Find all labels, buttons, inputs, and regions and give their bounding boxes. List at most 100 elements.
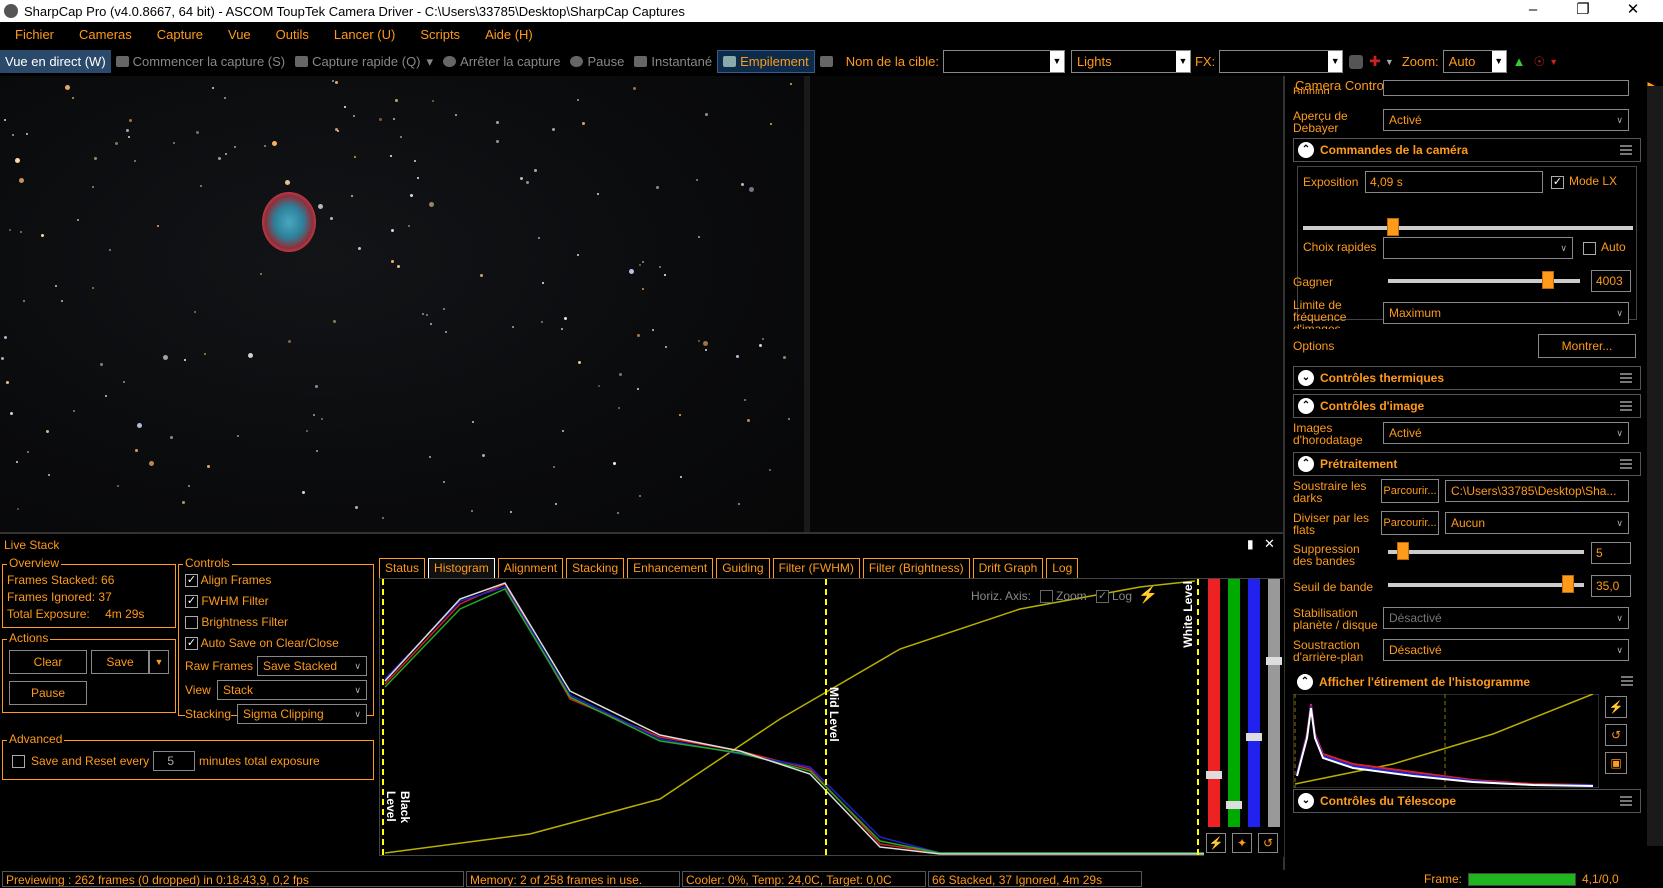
zoom-reticle-icon[interactable]: ☉ (1534, 54, 1546, 70)
tab-guiding[interactable]: Guiding (716, 558, 770, 578)
section-camera-controls[interactable]: ⌃ Commandes de la caméra (1293, 138, 1641, 162)
menu-lancer[interactable]: Lancer (U) (319, 27, 405, 42)
save-icon[interactable]: ▣ (1605, 752, 1627, 774)
zoom-checkbox[interactable] (1040, 590, 1053, 603)
zoom-combo[interactable]: Auto ▼ (1442, 50, 1507, 73)
chevron-down-icon[interactable]: ▼ (1385, 57, 1394, 67)
darks-combo[interactable]: C:\Users\33785\Desktop\Sha... (1445, 480, 1629, 502)
gain-input[interactable]: 4003 (1591, 270, 1631, 292)
fwhm-filter-row[interactable]: ✓ FWHM Filter (185, 594, 269, 609)
timestamp-combo[interactable]: Activé ∨ (1383, 422, 1629, 444)
tab-alignment[interactable]: Alignment (497, 558, 564, 578)
start-capture-button[interactable]: Commencer la capture (S) (111, 50, 290, 73)
panel-scrollbar[interactable] (1647, 86, 1663, 846)
flats-browse-button[interactable]: Parcourir... (1381, 511, 1439, 535)
raw-frames-combo[interactable]: Save Stacked ∨ (257, 656, 367, 676)
restore-icon[interactable]: ❐ (1560, 0, 1606, 22)
save-button[interactable]: Save (91, 650, 149, 674)
exposure-slider-thumb[interactable] (1387, 218, 1399, 236)
reticle-icon[interactable] (1349, 54, 1364, 69)
quick-choice-combo[interactable]: ∨ (1383, 237, 1573, 259)
chevron-down-icon[interactable]: ▼ (1549, 57, 1558, 67)
tab-drift-graph[interactable]: Drift Graph (972, 558, 1044, 578)
stack-histogram[interactable]: Black Level Mid Level White Level Horiz.… (379, 578, 1284, 857)
section-thermal[interactable]: ⌄ Contrôles thermiques (1293, 366, 1641, 390)
banding-input[interactable]: 5 (1591, 542, 1631, 564)
stop-capture-button[interactable]: Arrêter la capture (438, 50, 565, 73)
close-icon[interactable]: ✕ (1264, 536, 1275, 552)
tab-enhancement[interactable]: Enhancement (627, 558, 714, 578)
tab-stacking[interactable]: Stacking (566, 558, 625, 578)
menu-capture[interactable]: Capture (142, 27, 213, 42)
align-frames-checkbox[interactable]: ✓ (185, 574, 198, 588)
green-channel-slider[interactable] (1228, 579, 1240, 827)
darks-browse-button[interactable]: Parcourir... (1381, 479, 1439, 503)
band-threshold-input[interactable]: 35,0 (1591, 575, 1631, 597)
save-options-chevron-icon[interactable]: ▼ (149, 650, 169, 674)
menu-icon[interactable] (1620, 796, 1632, 806)
banding-slider[interactable] (1388, 550, 1584, 554)
chevron-down-icon[interactable]: ▾ (427, 54, 434, 70)
menu-aide[interactable]: Aide (H) (470, 27, 543, 42)
menu-icon[interactable] (1621, 676, 1633, 686)
quick-capture-button[interactable]: Capture rapide (Q) ▾ (290, 50, 438, 73)
mini-histogram[interactable] (1293, 694, 1599, 788)
notes-button[interactable] (815, 50, 842, 73)
pause-stack-button[interactable]: Pause (9, 681, 87, 705)
section-telescope[interactable]: ⌄ Contrôles du Télescope (1293, 789, 1641, 813)
histogram-icon[interactable]: ▲ (1513, 54, 1526, 69)
snapshot-button[interactable]: Instantané (629, 50, 717, 73)
blue-slider-thumb[interactable] (1246, 733, 1262, 741)
menu-icon[interactable] (1620, 401, 1632, 411)
frame-type-combo[interactable]: Lights ▼ (1070, 50, 1191, 73)
banding-slider-thumb[interactable] (1397, 542, 1409, 560)
menu-fichier[interactable]: Fichier (0, 27, 64, 42)
reset-icon[interactable]: ↺ (1258, 833, 1278, 853)
auto-stretch-icon[interactable]: ⚡ (1206, 833, 1226, 853)
menu-icon[interactable] (1620, 459, 1632, 469)
section-preprocessing[interactable]: ⌃ Prétraitement (1293, 452, 1641, 476)
menu-vue[interactable]: Vue (213, 27, 261, 42)
red-channel-slider[interactable] (1208, 579, 1220, 827)
stacking-combo[interactable]: Sigma Clipping ∨ (237, 704, 367, 724)
pause-button[interactable]: Pause (565, 50, 629, 73)
crosshair-icon[interactable]: ✚ (1369, 53, 1381, 70)
section-image-controls[interactable]: ⌃ Contrôles d'image (1293, 394, 1641, 418)
debayer-combo[interactable]: Activé ∨ (1383, 109, 1629, 131)
luminance-channel-slider[interactable] (1268, 579, 1280, 827)
tab-histogram[interactable]: Histogram (428, 558, 495, 578)
blue-channel-slider[interactable] (1248, 579, 1260, 827)
section-histogram-stretch[interactable]: ⌃ Afficher l'étirement de l'histogramme (1293, 670, 1641, 694)
menu-icon[interactable] (1620, 145, 1632, 155)
target-name-combo[interactable]: ▼ (942, 50, 1065, 73)
tab-filter-brightness[interactable]: Filter (Brightness) (862, 558, 970, 578)
options-show-button[interactable]: Montrer... (1538, 334, 1636, 358)
menu-cameras[interactable]: Cameras (64, 27, 142, 42)
view-combo[interactable]: Stack ∨ (217, 680, 367, 700)
band-threshold-thumb[interactable] (1562, 575, 1574, 593)
auto-save-checkbox[interactable]: ✓ (185, 637, 198, 651)
fwhm-filter-checkbox[interactable]: ✓ (185, 595, 198, 609)
exposure-slider[interactable] (1303, 226, 1633, 230)
background-sub-combo[interactable]: Désactivé ∨ (1383, 639, 1629, 661)
log-checkbox[interactable]: ✓ (1096, 590, 1109, 603)
binning-combo[interactable] (1383, 80, 1629, 96)
flats-combo[interactable]: Aucun ∨ (1445, 512, 1629, 534)
menu-outils[interactable]: Outils (261, 27, 319, 42)
fx-combo[interactable]: ▼ (1219, 50, 1344, 73)
brightness-filter-checkbox[interactable] (185, 616, 198, 630)
save-reset-checkbox[interactable] (12, 755, 25, 768)
clear-button[interactable]: Clear (9, 650, 87, 674)
auto-stretch-icon[interactable]: ⚡ (1605, 696, 1627, 718)
tab-status[interactable]: Status (379, 558, 426, 578)
menu-scripts[interactable]: Scripts (405, 27, 470, 42)
framerate-combo[interactable]: Maximum ∨ (1383, 302, 1629, 324)
lx-mode-checkbox[interactable]: ✓ (1551, 176, 1564, 189)
image-viewport[interactable] (0, 76, 1283, 532)
auto-checkbox[interactable] (1583, 242, 1596, 255)
live-view-button[interactable]: Vue en direct (W) (0, 50, 111, 73)
auto-stretch-icon[interactable]: ⚡ (1138, 585, 1158, 605)
lum-slider-thumb[interactable] (1266, 657, 1282, 665)
stabilization-combo[interactable]: Désactivé ∨ (1383, 607, 1629, 629)
green-slider-thumb[interactable] (1226, 801, 1242, 809)
